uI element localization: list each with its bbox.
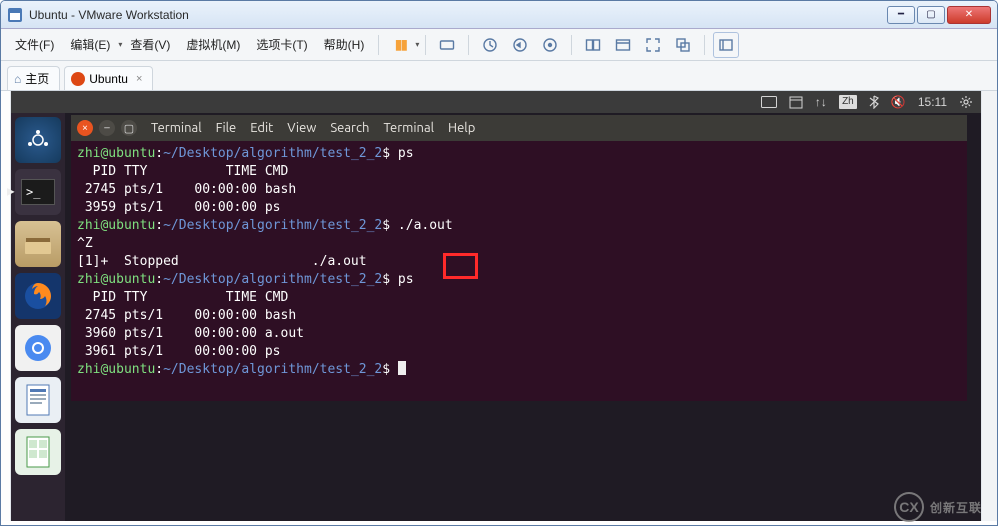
menubar: 文件(F) 编辑(E)▾ 查看(V) 虚拟机(M) 选项卡(T) 帮助(H) ▮… — [1, 29, 997, 61]
tm-terminal2[interactable]: Terminal — [383, 121, 434, 135]
terminal-window: × – ▢ Terminal File Edit View Search Ter… — [71, 115, 967, 405]
launcher-terminal[interactable]: ▶>_ — [15, 169, 61, 215]
app-window: Ubuntu - VMware Workstation ━ ▢ ✕ 文件(F) … — [0, 0, 998, 526]
terminal-body[interactable]: zhi@ubuntu:~/Desktop/algorithm/test_2_2$… — [71, 141, 967, 401]
terminal-menubar: Terminal File Edit View Search Terminal … — [151, 121, 475, 135]
unity-icon[interactable] — [670, 32, 696, 58]
cursor — [398, 361, 406, 375]
tab-home-label: 主页 — [25, 70, 49, 87]
send-keys-icon[interactable] — [434, 32, 460, 58]
fullscreen-icon[interactable] — [640, 32, 666, 58]
gutter-left — [1, 91, 11, 521]
tm-search[interactable]: Search — [330, 121, 369, 135]
snapshot-icon[interactable] — [477, 32, 503, 58]
window-buttons: ━ ▢ ✕ — [887, 6, 991, 24]
gear-icon[interactable] — [959, 95, 973, 109]
terminal-close-button[interactable]: × — [77, 120, 93, 136]
library-icon[interactable] — [713, 32, 739, 58]
tm-view[interactable]: View — [287, 121, 316, 135]
separator — [425, 35, 426, 55]
menu-help[interactable]: 帮助(H) — [316, 32, 373, 57]
keyboard-icon[interactable] — [761, 96, 777, 108]
launcher-calc[interactable] — [15, 429, 61, 475]
snapshot-manager-icon[interactable] — [537, 32, 563, 58]
tab-ubuntu-label: Ubuntu — [89, 72, 128, 86]
bluetooth-icon[interactable] — [869, 95, 879, 109]
watermark-logo: CX — [894, 492, 924, 522]
volume-icon[interactable]: 🔇 — [891, 95, 906, 109]
launcher-writer[interactable] — [15, 377, 61, 423]
watermark-text: 创新互联 — [930, 499, 982, 516]
menu-vm[interactable]: 虚拟机(M) — [178, 32, 248, 57]
minimize-button[interactable]: ━ — [887, 6, 915, 24]
tab-close-icon[interactable]: × — [136, 73, 142, 85]
tabs-bar: ⌂ 主页 Ubuntu × — [1, 61, 997, 91]
tm-help[interactable]: Help — [448, 121, 475, 135]
vm-viewport: ↑↓ Zh 🔇 15:11 ▶>_ — [1, 91, 997, 521]
app-icon — [7, 7, 23, 23]
input-method-indicator[interactable]: Zh — [839, 95, 857, 109]
launcher-firefox[interactable] — [15, 273, 61, 319]
tm-edit[interactable]: Edit — [250, 121, 273, 135]
separator — [704, 35, 705, 55]
gutter-right — [981, 91, 997, 521]
home-icon: ⌂ — [14, 72, 21, 86]
separator — [378, 35, 379, 55]
clock[interactable]: 15:11 — [918, 95, 947, 109]
terminal-minimize-button[interactable]: – — [99, 120, 115, 136]
vertical-scrollbar[interactable] — [983, 91, 997, 521]
view-sidebyside-icon[interactable] — [580, 32, 606, 58]
view-console-icon[interactable] — [610, 32, 636, 58]
launcher-chromium[interactable] — [15, 325, 61, 371]
unity-launcher: ▶>_ — [11, 113, 65, 521]
tab-ubuntu[interactable]: Ubuntu × — [64, 66, 153, 90]
window-title: Ubuntu - VMware Workstation — [29, 8, 887, 22]
terminal-maximize-button[interactable]: ▢ — [121, 120, 137, 136]
watermark: CX 创新互联 — [894, 492, 982, 522]
separator — [468, 35, 469, 55]
pause-icon[interactable]: ▮▮ — [387, 32, 413, 58]
launcher-dash[interactable] — [15, 117, 61, 163]
ubuntu-icon — [71, 72, 85, 86]
menu-edit[interactable]: 编辑(E) — [62, 32, 118, 57]
titlebar[interactable]: Ubuntu - VMware Workstation ━ ▢ ✕ — [1, 1, 997, 29]
guest-screen[interactable]: ↑↓ Zh 🔇 15:11 ▶>_ — [11, 91, 981, 521]
active-indicator-icon: ▶ — [7, 187, 15, 198]
tm-file[interactable]: File — [216, 121, 237, 135]
calendar-icon[interactable] — [789, 95, 803, 109]
snapshot-revert-icon[interactable] — [507, 32, 533, 58]
tab-home[interactable]: ⌂ 主页 — [7, 66, 60, 90]
highlight-box — [443, 253, 478, 279]
separator — [571, 35, 572, 55]
terminal-titlebar[interactable]: × – ▢ Terminal File Edit View Search Ter… — [71, 115, 967, 141]
menu-tabs[interactable]: 选项卡(T) — [248, 32, 315, 57]
ubuntu-desktop: ▶>_ × – ▢ Terminal File — [11, 113, 981, 521]
menu-file[interactable]: 文件(F) — [7, 32, 62, 57]
ubuntu-menubar: ↑↓ Zh 🔇 15:11 — [11, 91, 981, 113]
launcher-files[interactable] — [15, 221, 61, 267]
network-icon[interactable]: ↑↓ — [815, 95, 827, 109]
maximize-button[interactable]: ▢ — [917, 6, 945, 24]
close-button[interactable]: ✕ — [947, 6, 991, 24]
tm-terminal[interactable]: Terminal — [151, 121, 202, 135]
menu-view[interactable]: 查看(V) — [122, 32, 178, 57]
